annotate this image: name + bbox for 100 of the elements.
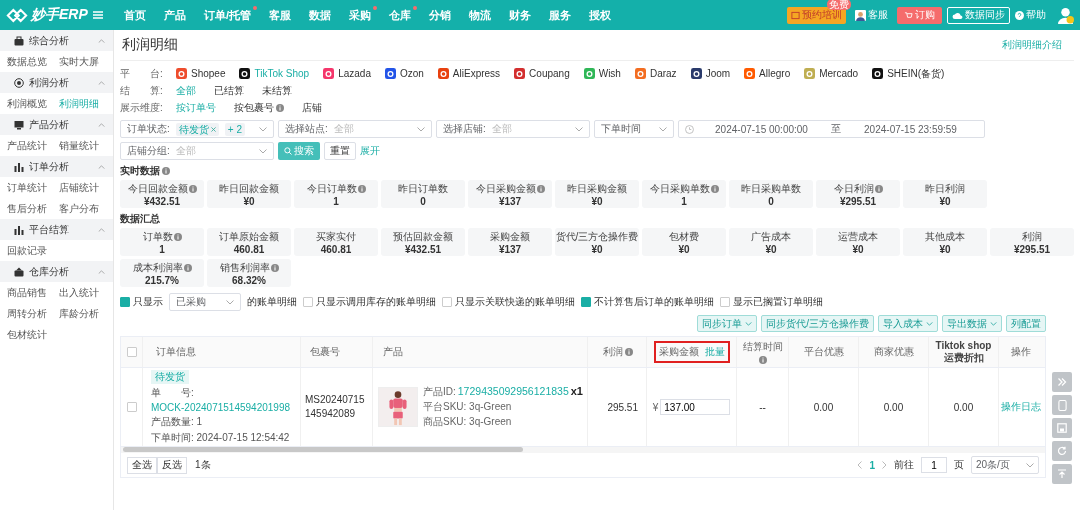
sidebar-item[interactable]: 店铺统计: [59, 177, 111, 198]
platform-option[interactable]: Lazada: [323, 68, 371, 79]
dimension-option[interactable]: 店铺: [302, 100, 322, 115]
sidebar-group-header[interactable]: 订单分析: [0, 156, 113, 177]
stat-value: 460.81: [233, 243, 265, 255]
page-size-select[interactable]: 20条/页: [971, 456, 1039, 474]
platform-option[interactable]: Wish: [583, 68, 621, 79]
column-header: 产品: [382, 345, 404, 359]
checkbox[interactable]: [120, 297, 130, 307]
site-select[interactable]: 选择站点: 全部: [278, 120, 432, 138]
user-avatar-icon[interactable]: [1057, 6, 1074, 24]
sidebar-group-header[interactable]: 利润分析: [0, 72, 113, 93]
purchase-amount-input[interactable]: 137.00: [660, 399, 731, 415]
previous-page-icon[interactable]: [857, 461, 863, 469]
filter-label: 平 台:: [120, 66, 164, 81]
filter-select[interactable]: 已采购: [169, 293, 241, 311]
platform-option[interactable]: Ozon: [384, 68, 424, 79]
save-icon: [1057, 423, 1067, 433]
sidebar-group-header[interactable]: 产品分析: [0, 114, 113, 135]
search-icon: [284, 147, 292, 155]
remove-tag-icon[interactable]: [210, 126, 216, 132]
back-to-top-button[interactable]: [1052, 464, 1072, 484]
settlement-option[interactable]: 未结算: [262, 83, 292, 98]
sidebar-item[interactable]: 产品统计: [7, 135, 59, 156]
time-type-select[interactable]: 下单时间: [594, 120, 674, 138]
sidebar-group-header[interactable]: 平台结算: [0, 219, 113, 240]
briefcase-icon: [14, 35, 24, 46]
save-button[interactable]: [1052, 418, 1072, 438]
platform-option[interactable]: Allegro: [744, 68, 791, 79]
sidebar-item[interactable]: 回款记录: [7, 240, 59, 261]
sidebar-item[interactable]: 销量统计: [59, 135, 111, 156]
sidebar-item[interactable]: 出入统计: [59, 282, 111, 303]
checkbox[interactable]: [303, 297, 313, 307]
help-icon: [1015, 10, 1024, 20]
checkbox[interactable]: [126, 402, 137, 412]
settlement-option[interactable]: 已结算: [214, 83, 244, 98]
reset-button[interactable]: 重置: [324, 142, 356, 160]
mobile-button[interactable]: [1052, 395, 1072, 415]
page-input[interactable]: 1: [921, 457, 947, 473]
calendar-icon: [791, 10, 800, 20]
sidebar-item[interactable]: 客户分布: [59, 198, 111, 219]
sidebar-item[interactable]: 商品销售: [7, 282, 59, 303]
sidebar-item[interactable]: 库龄分析: [59, 303, 111, 324]
checkbox[interactable]: [126, 347, 137, 357]
stat-value: ¥295.51: [839, 195, 877, 207]
sidebar-item[interactable]: 售后分析: [7, 198, 59, 219]
stat-value: ¥137: [498, 195, 522, 207]
scrollbar-thumb[interactable]: [123, 447, 523, 452]
sidebar-item[interactable]: 订单统计: [7, 177, 59, 198]
sidebar-group-header[interactable]: 综合分析: [0, 30, 113, 51]
stat-value: ¥432.51: [143, 195, 181, 207]
platform-option[interactable]: AliExpress: [437, 68, 501, 79]
page-title: 利润明细: [122, 36, 178, 54]
platform-option[interactable]: Joom: [690, 68, 731, 79]
menu-icon[interactable]: [93, 11, 103, 19]
sidebar-item[interactable]: 数据总览: [7, 51, 59, 72]
phone-icon: [1057, 399, 1067, 411]
stat-value: 215.7%: [145, 274, 179, 286]
stat-label: 运营成本: [838, 229, 878, 244]
column-header: 平台优惠: [802, 345, 845, 359]
table-cell: --: [759, 401, 766, 413]
order-status-select[interactable]: 订单状态: 待发货 + 2: [120, 120, 274, 138]
platform-option[interactable]: SHEIN(备货): [872, 66, 945, 81]
platform-option[interactable]: Daraz: [634, 68, 677, 79]
stat-value: ¥0: [939, 195, 951, 207]
sidebar-item[interactable]: 周转分析: [7, 303, 59, 324]
checkbox[interactable]: [442, 297, 452, 307]
stat-value: 1: [681, 195, 687, 207]
stat-value: ¥295.51: [1013, 243, 1051, 255]
sidebar-group-header[interactable]: 仓库分析: [0, 261, 113, 282]
checkbox-label: 不计算售后订单的账单明细: [594, 295, 714, 309]
checkbox[interactable]: [720, 297, 730, 307]
profit-value: 295.51: [607, 401, 638, 413]
select-all-button[interactable]: 全选: [127, 456, 157, 474]
sidebar-item[interactable]: 利润概览: [7, 93, 59, 114]
stat-value: ¥0: [243, 195, 255, 207]
platform-option[interactable]: Shopee: [176, 68, 226, 79]
next-page-icon[interactable]: [882, 461, 887, 469]
invert-selection-button[interactable]: 反选: [157, 456, 187, 474]
store-select[interactable]: 选择店铺: 全部: [436, 120, 590, 138]
quantity-text: x1: [570, 385, 583, 397]
total-count: 1条: [195, 458, 211, 472]
sidebar-item[interactable]: 实时大屏: [59, 51, 111, 72]
dimension-option[interactable]: 按包裹号: [234, 100, 274, 115]
stat-label: 昨日订单数: [398, 181, 448, 196]
checkbox[interactable]: [581, 297, 591, 307]
column-header: 操作: [1010, 345, 1032, 359]
stat-value: ¥137: [498, 243, 522, 255]
platform-option[interactable]: Mercado: [804, 68, 859, 79]
logo-icon: [6, 7, 28, 23]
stat-value: ¥0: [939, 243, 951, 255]
refresh-button[interactable]: [1052, 441, 1072, 461]
collapse-panel-button[interactable]: [1052, 372, 1072, 392]
date-range-field[interactable]: 2024-07-15 00:00:00 至 2024-07-15 23:59:59: [678, 120, 985, 138]
checkbox-label: 显示已搁置订单明细: [733, 295, 823, 309]
sidebar-item[interactable]: 包材统计: [7, 324, 59, 345]
platform-option[interactable]: Coupang: [514, 68, 570, 79]
store-group-select[interactable]: 店铺分组: 全部: [120, 142, 274, 160]
stat-label: 买家实付: [316, 229, 356, 244]
column-header: 采购金额 批量: [653, 341, 730, 363]
